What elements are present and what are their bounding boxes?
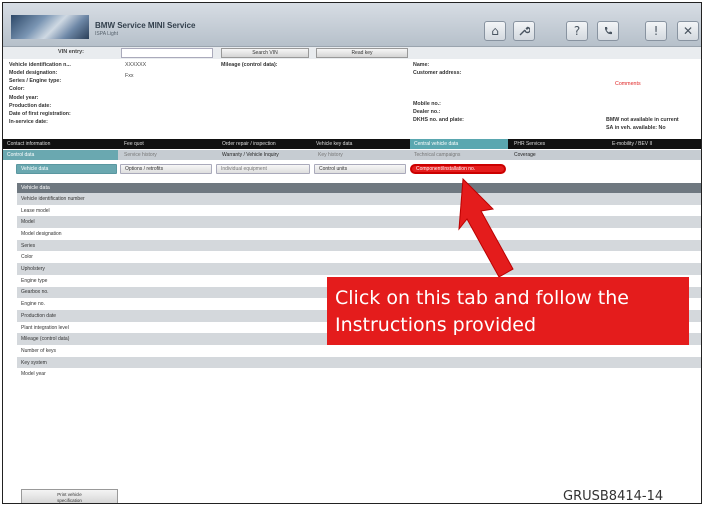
tab-row-secondary: Control data Service history Warranty / … <box>3 150 701 160</box>
tab-vehicle-key-data[interactable]: Vehicle key data <box>312 139 408 149</box>
instruction-line-2: Instructions provided <box>335 314 537 336</box>
vehicle-info-panel: Vehicle identification n... Model design… <box>3 59 701 139</box>
info-label: Date of first registration: <box>9 111 71 117</box>
document-code: GRUSB8414-14 <box>563 489 664 504</box>
mobile-label: Mobile no.: <box>413 101 441 107</box>
search-vin-button[interactable]: Search VIN <box>221 48 309 58</box>
dealer-label: Dealer no.: <box>413 109 441 115</box>
tab-options-retrofits[interactable]: Options / retrofits <box>120 164 212 174</box>
app-header: BMW Service MINI Service ISPA Light ⌂ ? … <box>3 3 701 47</box>
info-label: Production date: <box>9 103 52 109</box>
print-vehicle-specification-button[interactable]: Print vehicle specification <box>21 489 118 503</box>
tab-order-repair[interactable]: Order repair / inspection <box>218 139 310 149</box>
home-icon[interactable]: ⌂ <box>484 21 506 41</box>
red-arrow-icon <box>458 177 514 278</box>
tab-central-vehicle-data[interactable]: Central vehicle data <box>410 139 508 149</box>
info-label: Model year: <box>9 95 39 101</box>
tab-coverage[interactable]: Coverage <box>510 150 606 160</box>
tab-control-data[interactable]: Control data <box>3 150 118 160</box>
vin-entry-label: VIN entry: <box>58 49 84 55</box>
comments-text: Comments <box>615 81 641 87</box>
bmw-note-2: SA in veh. available: No <box>606 125 666 131</box>
table-header: Vehicle data <box>17 183 701 193</box>
car-logo-image <box>11 15 89 39</box>
table-row: Upholstery <box>17 263 701 275</box>
tab-contact-information[interactable]: Contact information <box>3 139 118 149</box>
alert-icon[interactable]: ! <box>645 21 667 41</box>
instruction-line-1: Click on this tab and follow the <box>335 287 629 309</box>
info-label: Vehicle identification n... <box>9 62 71 68</box>
app-subtitle: ISPA Light <box>95 31 118 37</box>
vin-entry-row: VIN entry: Search VIN Read key <box>3 47 701 59</box>
info-label: Color: <box>9 86 25 92</box>
info-label: Series / Engine type: <box>9 78 62 84</box>
table-row: Lease model <box>17 204 701 217</box>
tab-warranty[interactable]: Warranty / Vehicle Inquiry <box>218 150 312 160</box>
tab-phr-services[interactable]: PHR Services <box>510 139 606 149</box>
tab-vehicle-data[interactable]: Vehicle data <box>16 164 117 174</box>
wrench-icon[interactable] <box>513 21 535 41</box>
tab-control-units[interactable]: Control units <box>314 164 406 174</box>
app-title: BMW Service MINI Service <box>95 21 196 30</box>
tab-fee-quot[interactable]: Fee quot <box>120 139 216 149</box>
table-row: Color <box>17 251 701 264</box>
table-row: Model year <box>17 368 701 381</box>
tab-e-mobility[interactable]: E-mobility / BEV II <box>608 139 701 149</box>
help-icon[interactable]: ? <box>566 21 588 41</box>
phone-icon[interactable] <box>597 21 619 41</box>
tab-individual-equipment[interactable]: Individual equipment <box>216 164 310 174</box>
table-row: Series <box>17 239 701 252</box>
customer-address-label: Customer address: <box>413 70 462 76</box>
print-button-line-2: specification <box>57 498 82 503</box>
vin-value: XXXXXX <box>125 62 147 68</box>
instruction-text: Click on this tab and follow the Instruc… <box>335 285 629 339</box>
table-row: Key system <box>17 356 701 369</box>
table-row: Model designation <box>17 228 701 240</box>
instruction-callout: Click on this tab and follow the Instruc… <box>327 277 689 345</box>
table-row: Model <box>17 216 701 229</box>
table-row: Number of keys <box>17 345 701 357</box>
read-key-button[interactable]: Read key <box>316 48 408 58</box>
dkhs-label: DKHS no. and plate: <box>413 117 464 123</box>
customer-name-label: Name: <box>413 62 430 68</box>
bmw-note-1: BMW not available in current <box>606 117 679 123</box>
mileage-label: Mileage (control data): <box>221 62 278 68</box>
tab-row-tertiary: Vehicle data Options / retrofits Individ… <box>3 163 701 175</box>
tab-service-history[interactable]: Service history <box>120 150 216 160</box>
vin-input[interactable] <box>121 48 213 58</box>
tab-row-primary: Contact information Fee quot Order repai… <box>3 139 701 149</box>
info-label: In-service date: <box>9 119 48 125</box>
close-icon[interactable]: ✕ <box>677 21 699 41</box>
table-row: Vehicle identification number <box>17 193 701 205</box>
app-window: BMW Service MINI Service ISPA Light ⌂ ? … <box>2 2 702 504</box>
tab-key-history[interactable]: Key history <box>314 150 408 160</box>
info-label: Model designation: <box>9 70 58 76</box>
series-value: Fxx <box>125 73 134 79</box>
tab-technical-campaigns[interactable]: Technical campaigns <box>410 150 508 160</box>
